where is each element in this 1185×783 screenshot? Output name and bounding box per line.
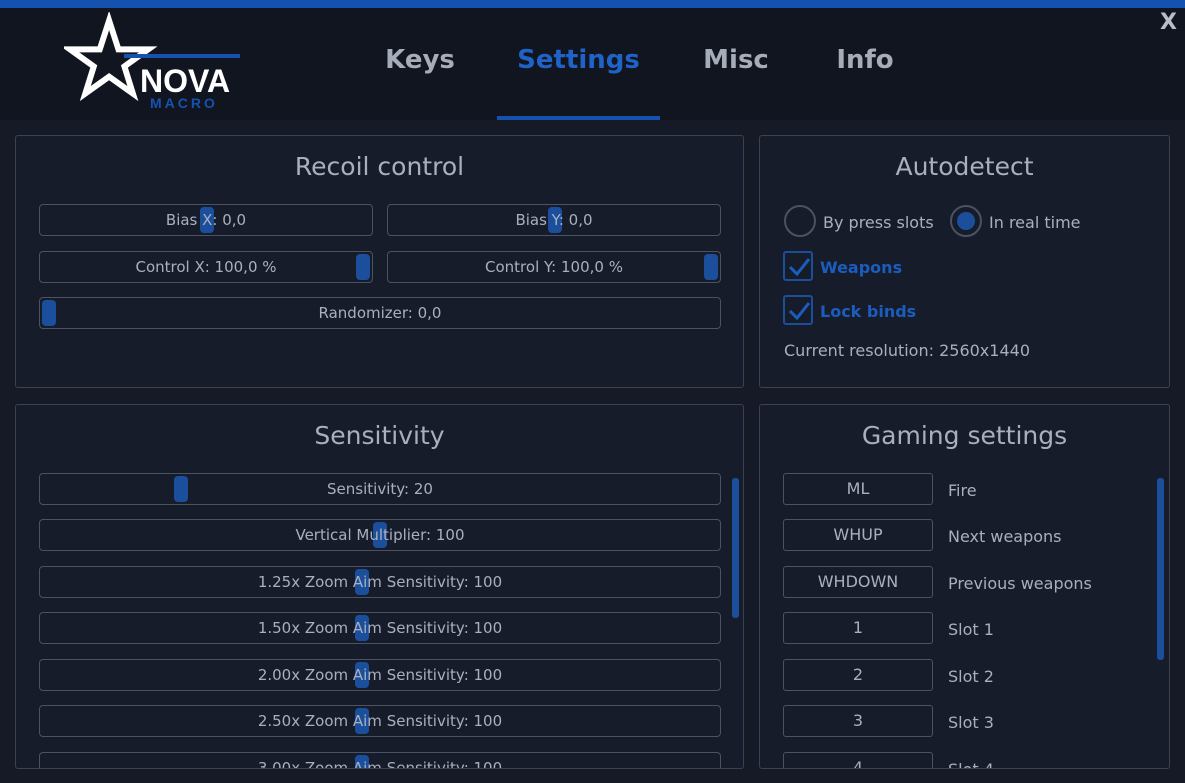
sensitivity-panel: Sensitivity Sensitivity: 20 Vertical Mul… [15,404,744,769]
tab-misc[interactable]: Misc [686,8,786,120]
weapons-checkbox[interactable] [783,251,813,281]
bind-key-fire[interactable]: ML [783,473,933,505]
close-button[interactable]: X [1160,10,1177,35]
randomizer-label: Randomizer: 0,0 [318,304,442,322]
bind-action-slot-2: Slot 2 [948,667,994,686]
current-resolution: Current resolution: 2560x1440 [784,341,1030,360]
bind-key-slot-4[interactable]: 4 [783,752,933,768]
window-top-accent-bar [0,0,1185,8]
tab-settings[interactable]: Settings [497,8,660,120]
bind-key-slot-3[interactable]: 3 [783,705,933,737]
randomizer-slider[interactable]: Randomizer: 0,0 [39,297,721,329]
zoom-200-slider[interactable]: 2.00x Zoom Aim Sensitivity: 100 [39,659,721,691]
zoom-300-label: 3.00x Zoom Aim Sensitivity: 100 [257,759,503,769]
recoil-control-panel: Recoil control Bias X: 0,0 Bias Y: 0,0 C… [15,135,744,388]
control-x-label: Control X: 100,0 % [135,258,277,276]
lock-binds-label[interactable]: Lock binds [820,302,916,321]
control-y-label: Control Y: 100,0 % [485,258,623,276]
bias-y-label: Bias Y: 0,0 [515,211,593,229]
bind-action-next-weapons: Next weapons [948,527,1062,546]
bias-x-label: Bias X: 0,0 [165,211,247,229]
weapons-label[interactable]: Weapons [820,258,902,277]
sensitivity-slider[interactable]: Sensitivity: 20 [39,473,721,505]
zoom-200-label: 2.00x Zoom Aim Sensitivity: 100 [257,666,503,684]
zoom-125-slider[interactable]: 1.25x Zoom Aim Sensitivity: 100 [39,566,721,598]
zoom-125-label: 1.25x Zoom Aim Sensitivity: 100 [257,573,503,591]
zoom-150-label: 1.50x Zoom Aim Sensitivity: 100 [257,619,503,637]
recoil-control-title: Recoil control [294,152,465,181]
by-press-slots-radio[interactable] [784,205,816,237]
gaming-settings-scrollbar[interactable] [1157,478,1164,660]
vertical-multiplier-label: Vertical Multiplier: 100 [295,526,465,544]
bind-key-slot-1[interactable]: 1 [783,612,933,644]
checkmark-icon [788,258,811,277]
bind-action-slot-3: Slot 3 [948,713,994,732]
bind-key-slot-2[interactable]: 2 [783,659,933,691]
gaming-settings-panel: Gaming settings ML Fire WHUP Next weapon… [759,404,1170,769]
tab-info[interactable]: Info [815,8,915,120]
sensitivity-scrollbar[interactable] [732,478,739,618]
in-real-time-label[interactable]: In real time [989,213,1081,232]
bias-y-slider[interactable]: Bias Y: 0,0 [387,204,721,236]
by-press-slots-label[interactable]: By press slots [823,213,934,232]
sensitivity-label: Sensitivity: 20 [327,480,433,498]
checkmark-icon [788,302,811,321]
zoom-250-slider[interactable]: 2.50x Zoom Aim Sensitivity: 100 [39,705,721,737]
sensitivity-title: Sensitivity [314,421,445,450]
gaming-settings-title: Gaming settings [861,421,1068,450]
lock-binds-checkbox[interactable] [783,295,813,325]
bind-action-fire: Fire [948,481,977,500]
autodetect-title: Autodetect [895,152,1034,181]
vertical-multiplier-slider[interactable]: Vertical Multiplier: 100 [39,519,721,551]
autodetect-panel: Autodetect By press slots In real time W… [759,135,1170,388]
bind-action-previous-weapons: Previous weapons [948,574,1092,593]
bind-key-next-weapons[interactable]: WHUP [783,519,933,551]
bind-action-slot-4: Slot 4 [948,760,994,768]
bind-action-slot-1: Slot 1 [948,620,994,639]
in-real-time-radio[interactable] [950,205,982,237]
zoom-150-slider[interactable]: 1.50x Zoom Aim Sensitivity: 100 [39,612,721,644]
tab-keys[interactable]: Keys [370,8,470,120]
bind-key-previous-weapons[interactable]: WHDOWN [783,566,933,598]
bias-x-slider[interactable]: Bias X: 0,0 [39,204,373,236]
main-tabs: Keys Settings Misc Info [0,8,1185,120]
zoom-300-slider[interactable]: 3.00x Zoom Aim Sensitivity: 100 [39,752,721,769]
control-y-slider[interactable]: Control Y: 100,0 % [387,251,721,283]
zoom-250-label: 2.50x Zoom Aim Sensitivity: 100 [257,712,503,730]
control-x-slider[interactable]: Control X: 100,0 % [39,251,373,283]
